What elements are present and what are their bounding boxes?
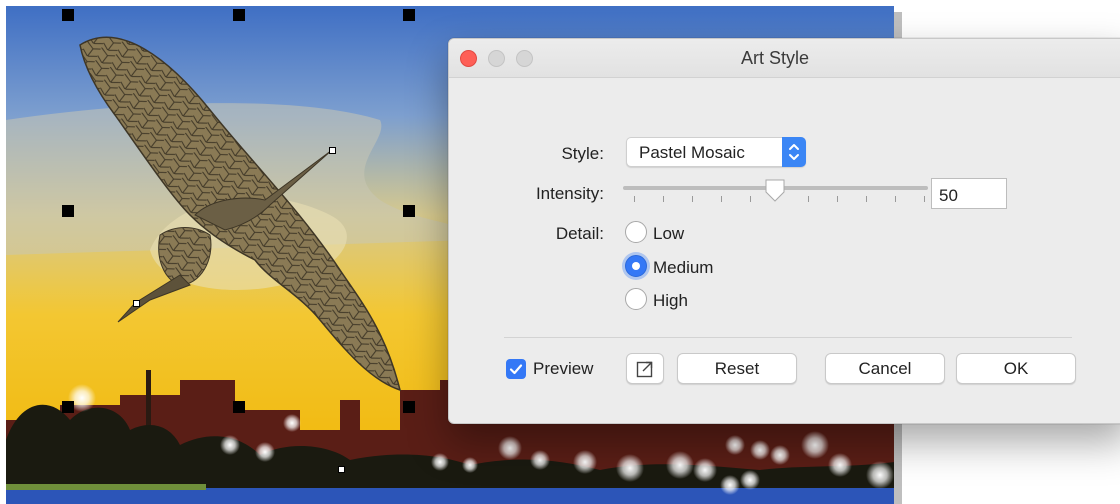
intensity-input[interactable] [931, 178, 1007, 209]
slider-tick [837, 196, 838, 202]
cancel-button[interactable]: Cancel [825, 353, 945, 384]
selection-handle[interactable] [62, 9, 74, 21]
slider-tick [721, 196, 722, 202]
selection-handle[interactable] [233, 9, 245, 21]
radio-low[interactable] [625, 221, 647, 243]
checkmark-icon[interactable] [506, 359, 526, 379]
path-node[interactable] [329, 147, 336, 154]
ok-button[interactable]: OK [956, 353, 1076, 384]
selection-handle[interactable] [403, 9, 415, 21]
selection-handle[interactable] [233, 401, 245, 413]
selection-handle[interactable] [62, 205, 74, 217]
path-node[interactable] [338, 466, 345, 473]
radio-medium-label: Medium [653, 258, 714, 277]
radio-low-label: Low [653, 224, 685, 243]
preview-label: Preview [533, 359, 594, 378]
intensity-label: Intensity: [535, 184, 604, 203]
slider-tick [692, 196, 693, 202]
slider-tick [634, 196, 635, 202]
chevron-updown-icon[interactable] [782, 137, 806, 167]
radio-high[interactable] [625, 288, 647, 310]
selection-handle[interactable] [403, 401, 415, 413]
slider-tick [895, 196, 896, 202]
selection-handle[interactable] [62, 401, 74, 413]
path-node[interactable] [133, 300, 140, 307]
detail-label: Detail: [555, 224, 604, 243]
style-select-value: Pastel Mosaic [639, 143, 745, 162]
style-select[interactable]: Pastel Mosaic [626, 137, 806, 167]
art-style-dialog: Art Style Style: Pastel Mosaic Intensity… [448, 38, 1120, 424]
slider-thumb-icon[interactable] [764, 178, 786, 209]
radio-high-label: High [653, 291, 688, 310]
reset-button[interactable]: Reset [677, 353, 797, 384]
edit-button[interactable] [626, 353, 664, 384]
dialog-title: Art Style [740, 48, 810, 68]
slider-tick [808, 196, 809, 202]
slider-tick [750, 196, 751, 202]
edit-external-icon [636, 361, 653, 378]
divider [504, 337, 1072, 338]
slider-tick [663, 196, 664, 202]
selection-handle[interactable] [403, 205, 415, 217]
radio-medium[interactable] [625, 255, 647, 277]
dialog-titlebar[interactable]: Art Style [449, 39, 1120, 78]
style-label: Style: [561, 144, 604, 163]
slider-tick [924, 196, 925, 202]
slider-tick [866, 196, 867, 202]
